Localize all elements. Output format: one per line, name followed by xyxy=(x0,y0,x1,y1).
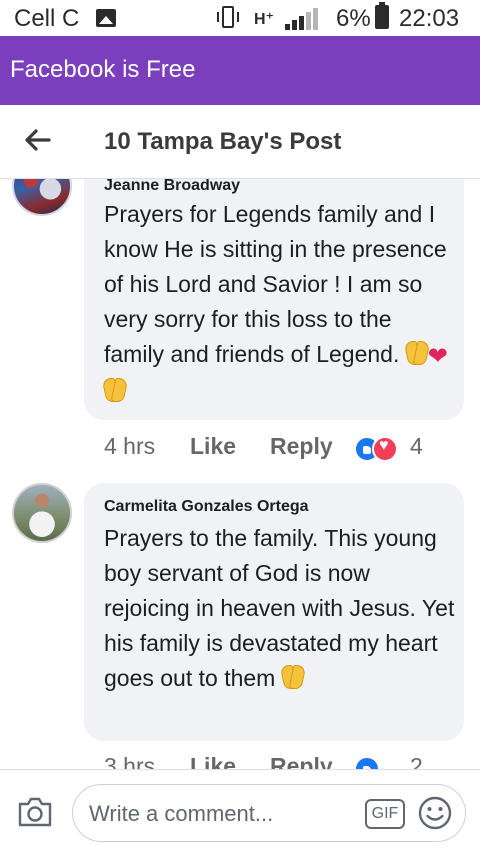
battery-icon xyxy=(375,2,389,29)
comment-author[interactable]: Jeanne Broadway xyxy=(104,179,240,195)
network-type: H⁺ xyxy=(254,11,274,28)
red-heart-icon: ❤ xyxy=(427,343,448,370)
gallery-icon xyxy=(96,9,116,27)
comment-time: 4 hrs xyxy=(104,433,156,459)
battery-percent: 6% xyxy=(336,5,371,32)
carrier-name: Cell C xyxy=(14,5,80,32)
comment-placeholder: Write a comment... xyxy=(89,801,274,826)
comment-composer: Write a comment... GIF xyxy=(0,769,480,854)
folded-hands-icon xyxy=(104,378,126,402)
reaction-count[interactable]: 2 xyxy=(410,753,423,769)
camera-icon[interactable] xyxy=(16,794,54,830)
comment-text: Prayers for Legends family and I know He… xyxy=(104,197,454,409)
reaction-summary[interactable] xyxy=(354,756,402,769)
clock: 22:03 xyxy=(399,5,460,32)
arrow-left-icon[interactable] xyxy=(22,125,52,155)
love-reaction-icon xyxy=(372,436,398,462)
reply-button[interactable]: Reply xyxy=(270,433,333,460)
reaction-count[interactable]: 4 xyxy=(410,433,423,460)
comment-time: 3 hrs xyxy=(104,753,156,769)
reply-button[interactable]: Reply xyxy=(270,753,333,769)
comment-text: Prayers to the family. This young boy se… xyxy=(104,525,455,691)
avatar[interactable] xyxy=(12,179,72,216)
app-bar-title: Facebook is Free xyxy=(10,56,196,83)
avatar[interactable] xyxy=(12,483,72,543)
comment-list[interactable]: Jeanne Broadway Prayers for Legends fami… xyxy=(0,179,480,769)
page-title: 10 Tampa Bay's Post xyxy=(104,128,342,155)
like-button[interactable]: Like xyxy=(190,433,236,460)
post-header: 10 Tampa Bay's Post xyxy=(0,105,480,179)
signal-icon xyxy=(285,8,321,30)
reaction-summary[interactable] xyxy=(354,436,402,462)
gif-icon[interactable]: GIF xyxy=(365,799,405,829)
comment-input[interactable]: Write a comment... GIF xyxy=(72,784,466,842)
like-reaction-icon xyxy=(354,756,380,769)
folded-hands-icon xyxy=(282,665,304,689)
app-bar: Facebook is Free xyxy=(0,36,480,105)
comment-bubble[interactable]: Carmelita Gonzales Ortega Prayers to the… xyxy=(84,483,464,741)
folded-hands-icon xyxy=(406,341,428,365)
status-bar: Cell C H⁺ 6% 22:03 xyxy=(0,0,480,36)
like-button[interactable]: Like xyxy=(190,753,236,769)
vibrate-icon xyxy=(217,6,239,28)
comment-bubble[interactable]: Jeanne Broadway Prayers for Legends fami… xyxy=(84,179,464,420)
smiley-icon[interactable] xyxy=(417,795,453,831)
comment-author[interactable]: Carmelita Gonzales Ortega xyxy=(104,498,309,516)
